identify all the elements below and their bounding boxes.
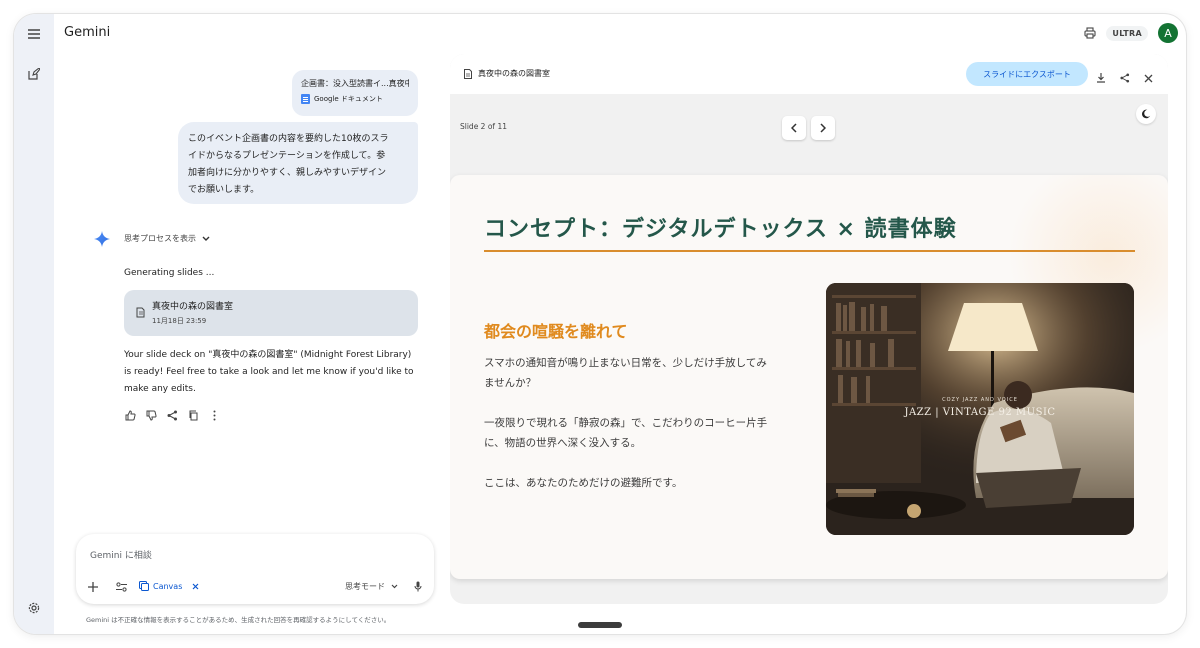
add-icon[interactable] — [88, 577, 98, 596]
microphone-icon[interactable] — [414, 577, 422, 596]
show-thinking-label: 思考プロセスを表示 — [124, 234, 196, 243]
slide: コンセプト：デジタルデトックス × 読書体験 都会の喧騒を離れて スマホの通知音… — [450, 175, 1168, 579]
response-line: is ready! Feel free to take a look and l… — [124, 367, 414, 377]
chevron-right-icon — [820, 123, 826, 133]
attachment-type: Google ドキュメント — [314, 95, 383, 103]
gemini-sparkle-icon — [94, 231, 110, 247]
mode-label: 思考モード — [345, 581, 385, 591]
next-slide-button[interactable] — [811, 116, 835, 140]
canvas-chip-label: Canvas — [153, 581, 183, 591]
response-line: Your slide deck on "真夜中の森の図書室" (Midnight… — [124, 350, 412, 360]
disclaimer: Gemini は不正確な情報を表示することがあるため、生成された回答を再確認する… — [86, 616, 391, 624]
slide-body: スマホの通知音が鳴り止まない日常を、少しだけ手放してみ ませんか？ 一夜限りで現… — [484, 353, 794, 513]
previous-slide-button[interactable] — [782, 116, 806, 140]
moon-icon — [1142, 109, 1151, 119]
prompt-input-placeholder[interactable]: Gemini に相談 — [90, 548, 152, 561]
printer-icon[interactable] — [1084, 24, 1096, 43]
response-line: make any edits. — [124, 384, 196, 394]
canvas-title: 真夜中の森の図書室 — [478, 69, 550, 78]
document-icon — [464, 68, 472, 79]
avatar[interactable]: A — [1158, 23, 1178, 43]
slide-deck-date: 11月18日 23:59 — [152, 317, 207, 325]
google-docs-icon — [301, 94, 310, 104]
share-icon[interactable] — [166, 409, 178, 421]
show-thinking-toggle[interactable]: 思考プロセスを表示 — [124, 233, 210, 244]
slide-title: コンセプト：デジタルデトックス × 読書体験 — [484, 217, 957, 242]
photo-caption: JAZZ | VINTAGE 92 MUSIC — [904, 407, 1056, 418]
prompt-line: このイベント企画書の内容を要約した10枚のスラ — [188, 134, 389, 144]
thumbs-up-icon[interactable] — [124, 409, 136, 421]
left-rail — [14, 14, 54, 634]
attachment-bubble[interactable]: 企画書：没入型読書イ...真夜中 Google ドキュメント — [292, 70, 418, 116]
document-icon — [136, 307, 145, 318]
new-chat-icon[interactable] — [22, 62, 46, 86]
tools-icon[interactable] — [116, 577, 127, 596]
slide-title-underline — [484, 250, 1135, 252]
app-window: Gemini ULTRA A 企画書：没入型読書イ...真夜中 Google ド… — [14, 14, 1186, 634]
thumbs-down-icon[interactable] — [145, 409, 157, 421]
photo-caption-small: COZY JAZZ AND VOICE — [942, 397, 1018, 403]
generating-status: Generating slides ... — [124, 268, 215, 278]
canvas-chip[interactable]: Canvas — [139, 581, 199, 591]
download-icon[interactable] — [1096, 68, 1106, 87]
menu-icon[interactable] — [22, 22, 46, 46]
plan-badge[interactable]: ULTRA — [1106, 25, 1148, 41]
attachment-title: 企画書：没入型読書イ...真夜中 — [301, 79, 409, 88]
chevron-down-icon — [391, 584, 398, 588]
slide-subtitle: 都会の喧騒を離れて — [484, 322, 628, 341]
prompt-line: でお願いします。 — [188, 185, 260, 195]
app-title[interactable]: Gemini — [64, 25, 110, 40]
resize-handle[interactable] — [578, 622, 622, 628]
slide-body-line: に、物語の世界へ深く没入する。 — [484, 437, 642, 449]
canvas-icon — [139, 581, 149, 591]
user-prompt-bubble: このイベント企画書の内容を要約した10枚のスラ イドからなるプレゼンテーションを… — [178, 122, 418, 204]
canvas-toolbar: 真夜中の森の図書室 スライドにエクスポート — [450, 54, 1168, 94]
slide-body-line: ませんか？ — [484, 377, 537, 389]
more-vert-icon[interactable] — [208, 409, 220, 421]
slide-body-line: 一夜限りで現れる「静寂の森」で、こだわりのコーヒー片手 — [484, 417, 768, 429]
export-to-slides-button[interactable]: スライドにエクスポート — [966, 62, 1088, 86]
settings-icon[interactable] — [22, 596, 46, 620]
prompt-line: 加者向けに分かりやすく、親しみやすいデザイン — [188, 168, 387, 178]
copy-icon[interactable] — [187, 409, 199, 421]
prompt-input-box[interactable]: Gemini に相談 Canvas 思考モード — [76, 534, 434, 604]
response-actions — [124, 409, 220, 421]
slide-photo: COZY JAZZ AND VOICE JAZZ | VINTAGE 92 MU… — [826, 283, 1134, 535]
share-icon[interactable] — [1120, 68, 1130, 87]
slide-body-line: スマホの通知音が鳴り止まない日常を、少しだけ手放してみ — [484, 357, 767, 369]
slide-deck-name: 真夜中の森の図書室 — [152, 302, 234, 312]
slide-body-line: ここは、あなたのためだけの避難所です。 — [484, 477, 683, 489]
close-icon[interactable] — [1144, 68, 1153, 87]
slide-counter: Slide 2 of 11 — [460, 122, 507, 131]
close-icon[interactable] — [192, 583, 199, 590]
response-text: Your slide deck on "真夜中の森の図書室" (Midnight… — [124, 347, 424, 398]
mode-selector[interactable]: 思考モード — [345, 581, 398, 592]
prompt-line: イドからなるプレゼンテーションを作成して。参 — [188, 151, 386, 161]
dark-mode-toggle[interactable] — [1136, 104, 1156, 124]
chevron-left-icon — [791, 123, 797, 133]
slide-deck-card[interactable]: 真夜中の森の図書室 11月18日 23:59 — [124, 290, 418, 336]
canvas-panel: 真夜中の森の図書室 スライドにエクスポート Slide 2 of 11 コンセプ… — [450, 54, 1168, 604]
chevron-down-icon — [202, 236, 210, 241]
